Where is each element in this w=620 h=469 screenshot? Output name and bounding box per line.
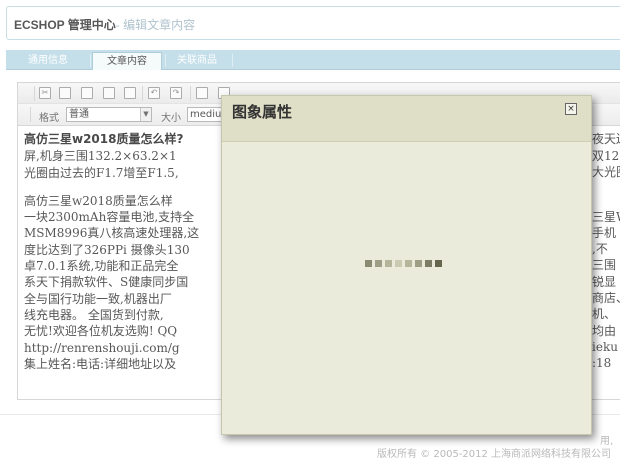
loader-dot [385, 260, 392, 267]
loading-indicator [365, 260, 455, 268]
admin-page: ECSHOP 管理中心- 编辑文章内容 通用信息 文章内容 关联商品 ✂ ↶ ↷… [0, 0, 620, 469]
loader-dot [405, 260, 412, 267]
image-properties-dialog: 图象属性 × [221, 95, 592, 435]
loader-dot [435, 260, 442, 267]
loader-dot [395, 260, 402, 267]
dialog-header: 图象属性 × [222, 96, 591, 142]
loader-dot [365, 260, 372, 267]
loader-dot [415, 260, 422, 267]
close-icon[interactable]: × [565, 103, 577, 115]
loader-dot [375, 260, 382, 267]
loader-dot [425, 260, 432, 267]
dialog-title: 图象属性 [232, 103, 293, 121]
